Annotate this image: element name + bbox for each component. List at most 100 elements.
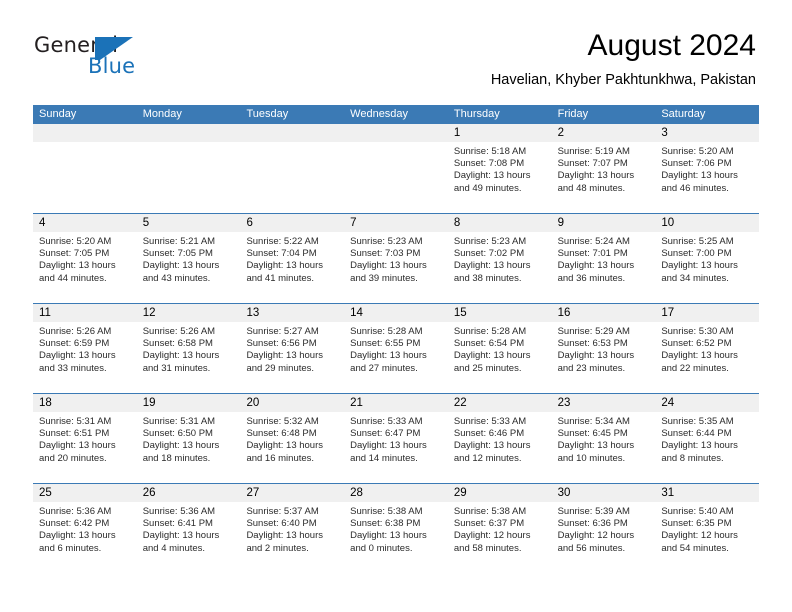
weekday-header-monday: Monday [142,108,182,120]
daylight-text-line1: Daylight: 13 hours [557,440,635,452]
daylight-text-line1: Daylight: 13 hours [39,260,116,272]
day-cell: Sunrise: 5:38 AM Sunset: 6:38 PM Dayligh… [344,502,448,573]
sunset-text: Sunset: 6:50 PM [142,428,213,440]
day-number[interactable]: 10 [655,214,759,232]
day-cell: Sunrise: 5:36 AM Sunset: 6:42 PM Dayligh… [33,502,137,573]
page-header: General Blue August 2024 Havelian, Khybe… [0,0,792,100]
daylight-text-line1: Daylight: 13 hours [142,440,220,452]
day-number[interactable]: 1 [448,124,552,142]
day-number[interactable]: 7 [344,214,448,232]
sunrise-text: Sunrise: 5:19 AM [557,146,630,157]
sunset-text: Sunset: 7:05 PM [39,248,110,260]
generalblue-logo[interactable]: General Blue [34,33,184,83]
day-detail-band: Sunrise: 5:31 AM Sunset: 6:51 PM Dayligh… [33,412,759,483]
daylight-text-line2: and 34 minutes. [661,272,729,284]
sunset-text: Sunset: 6:59 PM [39,338,110,350]
day-detail-band: Sunrise: 5:36 AM Sunset: 6:42 PM Dayligh… [33,502,759,573]
sunrise-text: Sunrise: 5:21 AM [142,236,216,247]
day-cell: Sunrise: 5:28 AM Sunset: 6:55 PM Dayligh… [344,322,448,393]
daylight-text-line2: and 14 minutes. [350,452,418,464]
daylight-text-line2: and 41 minutes. [246,272,315,284]
sunrise-text: Sunrise: 5:37 AM [246,506,319,517]
day-number[interactable] [240,124,344,142]
day-number-band: 18 19 20 21 22 23 24 [33,394,759,412]
daylight-text-line1: Daylight: 13 hours [557,260,635,272]
day-cell: Sunrise: 5:38 AM Sunset: 6:37 PM Dayligh… [448,502,552,573]
daylight-text-line2: and 0 minutes. [350,542,413,554]
day-number[interactable]: 2 [552,124,656,142]
sunset-text: Sunset: 6:58 PM [142,338,213,350]
day-number[interactable]: 17 [655,304,759,322]
daylight-text-line1: Daylight: 13 hours [661,170,738,182]
daylight-text-line1: Daylight: 12 hours [453,530,531,542]
sunrise-text: Sunrise: 5:26 AM [39,326,112,337]
sunset-text: Sunset: 6:41 PM [142,518,213,530]
sunrise-text: Sunrise: 5:27 AM [246,326,319,337]
daylight-text-line1: Daylight: 13 hours [142,350,220,362]
day-number[interactable]: 27 [240,484,344,502]
day-number[interactable]: 26 [137,484,241,502]
daylight-text-line1: Daylight: 13 hours [661,440,738,452]
day-number[interactable]: 31 [655,484,759,502]
day-number[interactable]: 11 [33,304,137,322]
day-number[interactable]: 21 [344,394,448,412]
sunset-text: Sunset: 7:01 PM [557,248,628,260]
day-number[interactable]: 4 [33,214,137,232]
sunset-text: Sunset: 6:53 PM [557,338,628,350]
week-row: 11 12 13 14 15 16 17 Sunrise: 5:26 AM Su… [33,303,759,393]
day-cell: Sunrise: 5:35 AM Sunset: 6:44 PM Dayligh… [655,412,759,483]
day-number[interactable]: 23 [552,394,656,412]
sunrise-text: Sunrise: 5:22 AM [246,236,319,247]
daylight-text-line2: and 33 minutes. [39,362,107,374]
day-number[interactable]: 30 [552,484,656,502]
day-number[interactable]: 19 [137,394,241,412]
day-number[interactable]: 13 [240,304,344,322]
day-number[interactable]: 9 [552,214,656,232]
sunset-text: Sunset: 6:48 PM [246,428,317,440]
daylight-text-line2: and 8 minutes. [661,452,724,464]
week-row: 4 5 6 7 8 9 10 Sunrise: 5:20 AM Sunset: … [33,213,759,303]
day-number[interactable] [33,124,137,142]
sunset-text: Sunset: 6:51 PM [39,428,110,440]
day-number[interactable]: 29 [448,484,552,502]
sunrise-text: Sunrise: 5:23 AM [453,236,527,247]
sunrise-text: Sunrise: 5:20 AM [39,236,112,247]
day-number[interactable]: 22 [448,394,552,412]
daylight-text-line1: Daylight: 13 hours [350,530,427,542]
day-number[interactable]: 15 [448,304,552,322]
day-number[interactable]: 18 [33,394,137,412]
day-number[interactable]: 25 [33,484,137,502]
daylight-text-line2: and 56 minutes. [557,542,626,554]
day-number[interactable] [344,124,448,142]
day-number[interactable]: 14 [344,304,448,322]
title-block: August 2024 Havelian, Khyber Pakhtunkhwa… [491,28,756,90]
day-detail-band: Sunrise: 5:20 AM Sunset: 7:05 PM Dayligh… [33,232,759,303]
day-number[interactable]: 12 [137,304,241,322]
day-cell: Sunrise: 5:39 AM Sunset: 6:36 PM Dayligh… [552,502,656,573]
sunset-text: Sunset: 7:02 PM [453,248,525,260]
day-cell [137,142,241,213]
day-cell: Sunrise: 5:33 AM Sunset: 6:46 PM Dayligh… [448,412,552,483]
day-number[interactable]: 24 [655,394,759,412]
day-number[interactable]: 28 [344,484,448,502]
day-number[interactable]: 8 [448,214,552,232]
day-number-band: 11 12 13 14 15 16 17 [33,304,759,322]
day-number-band: 4 5 6 7 8 9 10 [33,214,759,232]
sunset-text: Sunset: 6:44 PM [661,428,732,440]
day-number[interactable]: 5 [137,214,241,232]
sunset-text: Sunset: 6:54 PM [453,338,525,350]
weekday-header-sunday: Sunday [39,108,77,120]
daylight-text-line1: Daylight: 13 hours [142,260,220,272]
day-number[interactable]: 20 [240,394,344,412]
day-cell: Sunrise: 5:37 AM Sunset: 6:40 PM Dayligh… [240,502,344,573]
daylight-text-line2: and 6 minutes. [39,542,102,554]
day-number[interactable]: 6 [240,214,344,232]
daylight-text-line1: Daylight: 13 hours [350,440,427,452]
day-number[interactable] [137,124,241,142]
day-number-band: 1 2 3 [33,124,759,142]
day-number[interactable]: 3 [655,124,759,142]
daylight-text-line2: and 27 minutes. [350,362,418,374]
day-cell: Sunrise: 5:23 AM Sunset: 7:02 PM Dayligh… [448,232,552,303]
daylight-text-line2: and 12 minutes. [453,452,522,464]
day-number[interactable]: 16 [552,304,656,322]
